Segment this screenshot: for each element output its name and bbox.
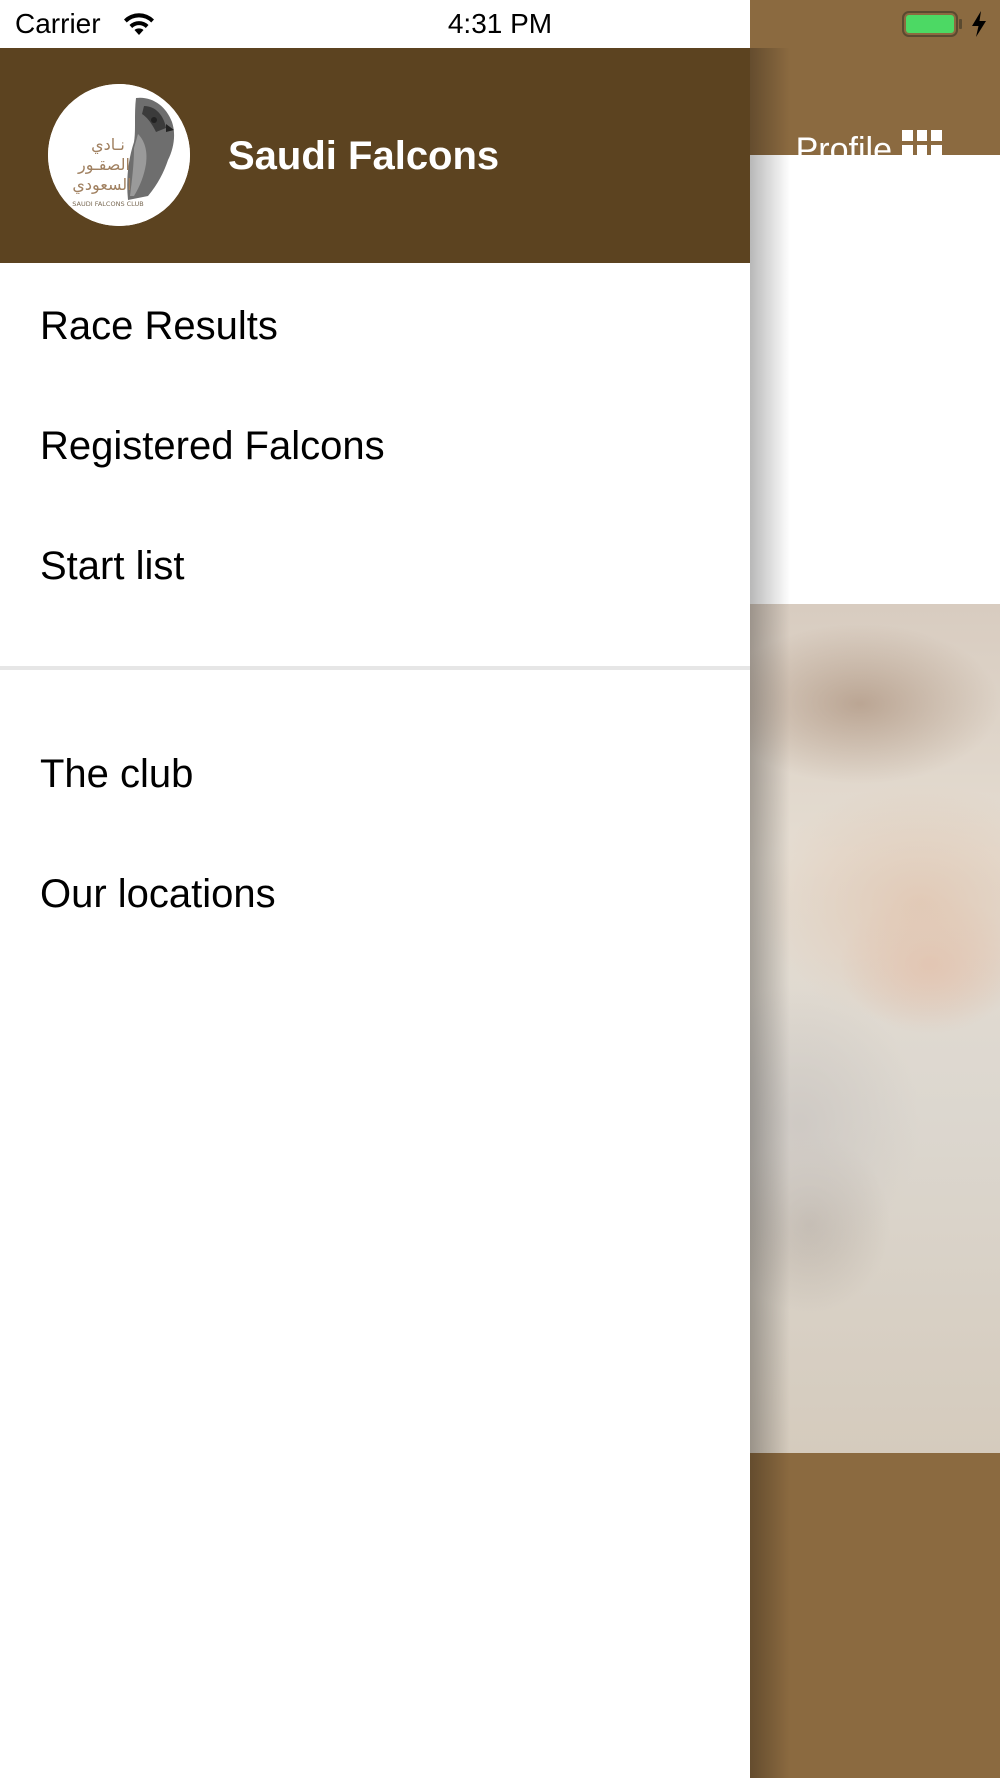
drawer-shadow (750, 48, 790, 1778)
status-time: 4:31 PM (447, 8, 553, 39)
menu-item-the-club[interactable]: The club (40, 734, 720, 814)
falcon-logo-icon: نـادي الصقـور السعودي SAUDI FALCONS CLUB (48, 84, 190, 226)
bolt-icon (972, 11, 986, 37)
svg-text:الصقـور: الصقـور (77, 155, 130, 175)
menu-item-race-results[interactable]: Race Results (40, 286, 720, 366)
menu-item-start-list[interactable]: Start list (40, 526, 720, 606)
svg-text:نـادي: نـادي (91, 135, 125, 155)
svg-text:SAUDI FALCONS CLUB: SAUDI FALCONS CLUB (72, 200, 143, 208)
battery-icon (902, 11, 962, 37)
menu-item-registered-falcons[interactable]: Registered Falcons (40, 406, 720, 486)
navigation-drawer: نـادي الصقـور السعودي SAUDI FALCONS CLUB… (0, 48, 750, 1778)
drawer-header: نـادي الصقـور السعودي SAUDI FALCONS CLUB… (0, 48, 750, 263)
menu-item-our-locations[interactable]: Our locations (40, 854, 720, 934)
svg-text:السعودي: السعودي (72, 175, 131, 195)
club-logo: نـادي الصقـور السعودي SAUDI FALCONS CLUB (48, 84, 190, 226)
menu-divider (0, 666, 750, 670)
drawer-title: Saudi Falcons (228, 134, 500, 178)
